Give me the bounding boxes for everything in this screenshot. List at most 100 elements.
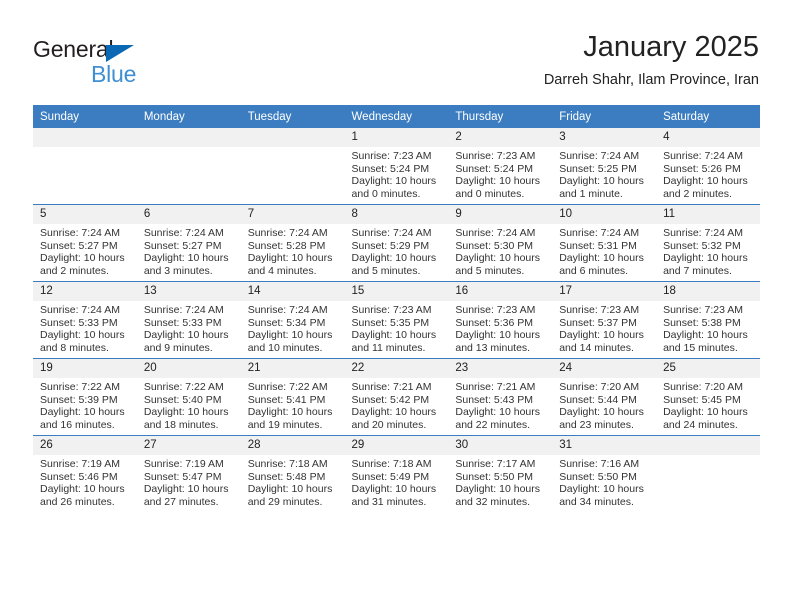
day-details: Sunrise: 7:24 AM Sunset: 5:26 PM Daylight:… <box>656 147 760 200</box>
calendar-week-row: 12 Sunrise: 7:24 AM Sunset: 5:33 PM Dayligh… <box>33 281 760 359</box>
calendar-day-cell[interactable]: 18 Sunrise: 7:23 AM Sunset: 5:38 PM Dayligh… <box>656 281 760 359</box>
daylight-text-line2: and 23 minutes. <box>559 418 634 431</box>
calendar-day-cell[interactable]: 22 Sunrise: 7:21 AM Sunset: 5:42 PM Dayligh… <box>344 358 449 436</box>
daylight-text-line1: Daylight: 10 hours <box>247 406 333 419</box>
day-number: 18 <box>656 282 760 301</box>
day-number: 13 <box>136 282 241 301</box>
logo-triangle-icon <box>106 45 134 62</box>
calendar-day-cell[interactable]: 11 Sunrise: 7:24 AM Sunset: 5:32 PM Dayligh… <box>656 204 760 282</box>
daylight-text-line1: Daylight: 10 hours <box>247 329 333 342</box>
sunrise-text: Sunrise: 7:22 AM <box>247 381 328 393</box>
daylight-text-line1: Daylight: 10 hours <box>143 483 229 496</box>
day-details: Sunrise: 7:23 AM Sunset: 5:37 PM Daylight:… <box>552 301 656 354</box>
sunset-text: Sunset: 5:45 PM <box>663 393 741 406</box>
day-number: 26 <box>33 436 137 455</box>
day-number: 5 <box>33 205 137 224</box>
calendar-week-row: 19 Sunrise: 7:22 AM Sunset: 5:39 PM Dayligh… <box>33 358 760 436</box>
day-details: Sunrise: 7:21 AM Sunset: 5:42 PM Daylight:… <box>345 378 449 431</box>
calendar-day-cell[interactable]: 10 Sunrise: 7:24 AM Sunset: 5:31 PM Dayligh… <box>552 204 657 282</box>
sunrise-text: Sunrise: 7:19 AM <box>40 458 120 470</box>
sunset-text: Sunset: 5:27 PM <box>40 239 118 252</box>
daylight-text-line1: Daylight: 10 hours <box>143 329 229 342</box>
calendar-week-row: 1 Sunrise: 7:23 AM Sunset: 5:24 PM Daylight… <box>33 128 760 205</box>
calendar-day-cell[interactable]: 19 Sunrise: 7:22 AM Sunset: 5:39 PM Dayligh… <box>33 358 137 436</box>
daylight-text-line1: Daylight: 10 hours <box>351 329 437 342</box>
calendar-day-cell[interactable]: 16 Sunrise: 7:23 AM Sunset: 5:36 PM Dayligh… <box>448 281 553 359</box>
calendar-day-cell[interactable]: 27 Sunrise: 7:19 AM Sunset: 5:47 PM Dayligh… <box>136 435 241 512</box>
daylight-text-line2: and 11 minutes. <box>351 341 426 354</box>
sunset-text: Sunset: 5:50 PM <box>559 470 637 483</box>
calendar-day-cell[interactable]: 4 Sunrise: 7:24 AM Sunset: 5:26 PM Daylight… <box>656 128 760 205</box>
calendar-day-cell[interactable]: 23 Sunrise: 7:21 AM Sunset: 5:43 PM Dayligh… <box>448 358 553 436</box>
day-number: 14 <box>240 282 345 301</box>
sunset-text: Sunset: 5:39 PM <box>40 393 118 406</box>
page-title: January 2025 <box>583 31 759 63</box>
sunset-text: Sunset: 5:40 PM <box>143 393 222 406</box>
calendar-day-cell[interactable]: 3 Sunrise: 7:24 AM Sunset: 5:25 PM Daylight… <box>552 128 657 205</box>
day-details: Sunrise: 7:24 AM Sunset: 5:33 PM Daylight:… <box>33 301 137 354</box>
sunrise-text: Sunrise: 7:24 AM <box>247 227 328 239</box>
weekday-header-monday: Monday <box>136 105 241 128</box>
day-number: 29 <box>344 436 449 455</box>
calendar-day-cell-empty <box>136 128 241 205</box>
day-number: 8 <box>344 205 449 224</box>
calendar-day-cell[interactable]: 6 Sunrise: 7:24 AM Sunset: 5:27 PM Daylight… <box>136 204 241 282</box>
calendar-day-cell-empty <box>656 435 760 512</box>
calendar-day-cell[interactable]: 12 Sunrise: 7:24 AM Sunset: 5:33 PM Dayligh… <box>33 281 137 359</box>
daylight-text-line1: Daylight: 10 hours <box>247 483 333 496</box>
sunrise-text: Sunrise: 7:23 AM <box>455 304 536 316</box>
sunrise-text: Sunrise: 7:20 AM <box>663 381 744 393</box>
daylight-text-line2: and 4 minutes. <box>247 264 317 277</box>
calendar-day-cell[interactable]: 26 Sunrise: 7:19 AM Sunset: 5:46 PM Dayligh… <box>33 435 137 512</box>
calendar-day-cell[interactable]: 7 Sunrise: 7:24 AM Sunset: 5:28 PM Daylight… <box>240 204 345 282</box>
calendar-day-cell[interactable]: 24 Sunrise: 7:20 AM Sunset: 5:44 PM Dayligh… <box>552 358 657 436</box>
sunrise-text: Sunrise: 7:22 AM <box>143 381 224 393</box>
day-details: Sunrise: 7:24 AM Sunset: 5:32 PM Daylight:… <box>656 224 760 277</box>
generalblue-logo[interactable]: General Blue <box>33 36 213 92</box>
day-number: 16 <box>448 282 553 301</box>
sunset-text: Sunset: 5:33 PM <box>40 316 118 329</box>
daylight-text-line2: and 14 minutes. <box>559 341 634 354</box>
calendar-day-cell[interactable]: 8 Sunrise: 7:24 AM Sunset: 5:29 PM Daylight… <box>344 204 449 282</box>
day-details: Sunrise: 7:21 AM Sunset: 5:43 PM Daylight:… <box>448 378 552 431</box>
day-number: 20 <box>136 359 241 378</box>
calendar-day-cell[interactable]: 1 Sunrise: 7:23 AM Sunset: 5:24 PM Daylight… <box>344 128 449 205</box>
calendar-day-cell[interactable]: 29 Sunrise: 7:18 AM Sunset: 5:49 PM Dayligh… <box>344 435 449 512</box>
sunset-text: Sunset: 5:29 PM <box>351 239 430 252</box>
calendar-day-cell[interactable]: 20 Sunrise: 7:22 AM Sunset: 5:40 PM Dayligh… <box>136 358 241 436</box>
daylight-text-line1: Daylight: 10 hours <box>559 406 644 419</box>
day-details: Sunrise: 7:24 AM Sunset: 5:28 PM Daylight:… <box>241 224 345 277</box>
calendar-day-cell[interactable]: 28 Sunrise: 7:18 AM Sunset: 5:48 PM Dayligh… <box>240 435 345 512</box>
sunset-text: Sunset: 5:49 PM <box>351 470 430 483</box>
calendar-day-cell[interactable]: 14 Sunrise: 7:24 AM Sunset: 5:34 PM Dayligh… <box>240 281 345 359</box>
day-number: 30 <box>448 436 553 455</box>
daylight-text-line2: and 27 minutes. <box>143 495 219 508</box>
daylight-text-line2: and 34 minutes. <box>559 495 634 508</box>
calendar-day-cell[interactable]: 21 Sunrise: 7:22 AM Sunset: 5:41 PM Dayligh… <box>240 358 345 436</box>
calendar-table: Sunday Monday Tuesday Wednesday Thursday… <box>33 105 760 512</box>
calendar-day-cell[interactable]: 25 Sunrise: 7:20 AM Sunset: 5:45 PM Dayligh… <box>656 358 760 436</box>
day-number: 23 <box>448 359 553 378</box>
calendar-day-cell[interactable]: 9 Sunrise: 7:24 AM Sunset: 5:30 PM Daylight… <box>448 204 553 282</box>
sunrise-text: Sunrise: 7:17 AM <box>455 458 536 470</box>
sunset-text: Sunset: 5:38 PM <box>663 316 741 329</box>
calendar-body: 1 Sunrise: 7:23 AM Sunset: 5:24 PM Daylight… <box>33 128 760 512</box>
day-details: Sunrise: 7:23 AM Sunset: 5:24 PM Daylight:… <box>448 147 552 200</box>
calendar-day-cell[interactable]: 30 Sunrise: 7:17 AM Sunset: 5:50 PM Dayligh… <box>448 435 553 512</box>
daylight-text-line1: Daylight: 10 hours <box>455 252 541 265</box>
calendar-day-cell[interactable]: 13 Sunrise: 7:24 AM Sunset: 5:33 PM Dayligh… <box>136 281 241 359</box>
day-number: 6 <box>136 205 241 224</box>
calendar-day-cell[interactable]: 17 Sunrise: 7:23 AM Sunset: 5:37 PM Dayligh… <box>552 281 657 359</box>
calendar-day-cell[interactable]: 2 Sunrise: 7:23 AM Sunset: 5:24 PM Daylight… <box>448 128 553 205</box>
sunset-text: Sunset: 5:34 PM <box>247 316 326 329</box>
daylight-text-line1: Daylight: 10 hours <box>559 329 644 342</box>
calendar-day-cell[interactable]: 15 Sunrise: 7:23 AM Sunset: 5:35 PM Dayligh… <box>344 281 449 359</box>
sunset-text: Sunset: 5:33 PM <box>143 316 222 329</box>
calendar-day-cell[interactable]: 31 Sunrise: 7:16 AM Sunset: 5:50 PM Dayligh… <box>552 435 657 512</box>
day-details: Sunrise: 7:19 AM Sunset: 5:47 PM Daylight:… <box>137 455 241 508</box>
calendar-day-cell[interactable]: 5 Sunrise: 7:24 AM Sunset: 5:27 PM Daylight… <box>33 204 137 282</box>
daylight-text-line2: and 0 minutes. <box>455 187 525 200</box>
sunrise-text: Sunrise: 7:24 AM <box>143 304 224 316</box>
daylight-text-line1: Daylight: 10 hours <box>663 175 748 188</box>
day-details: Sunrise: 7:23 AM Sunset: 5:35 PM Daylight:… <box>345 301 449 354</box>
